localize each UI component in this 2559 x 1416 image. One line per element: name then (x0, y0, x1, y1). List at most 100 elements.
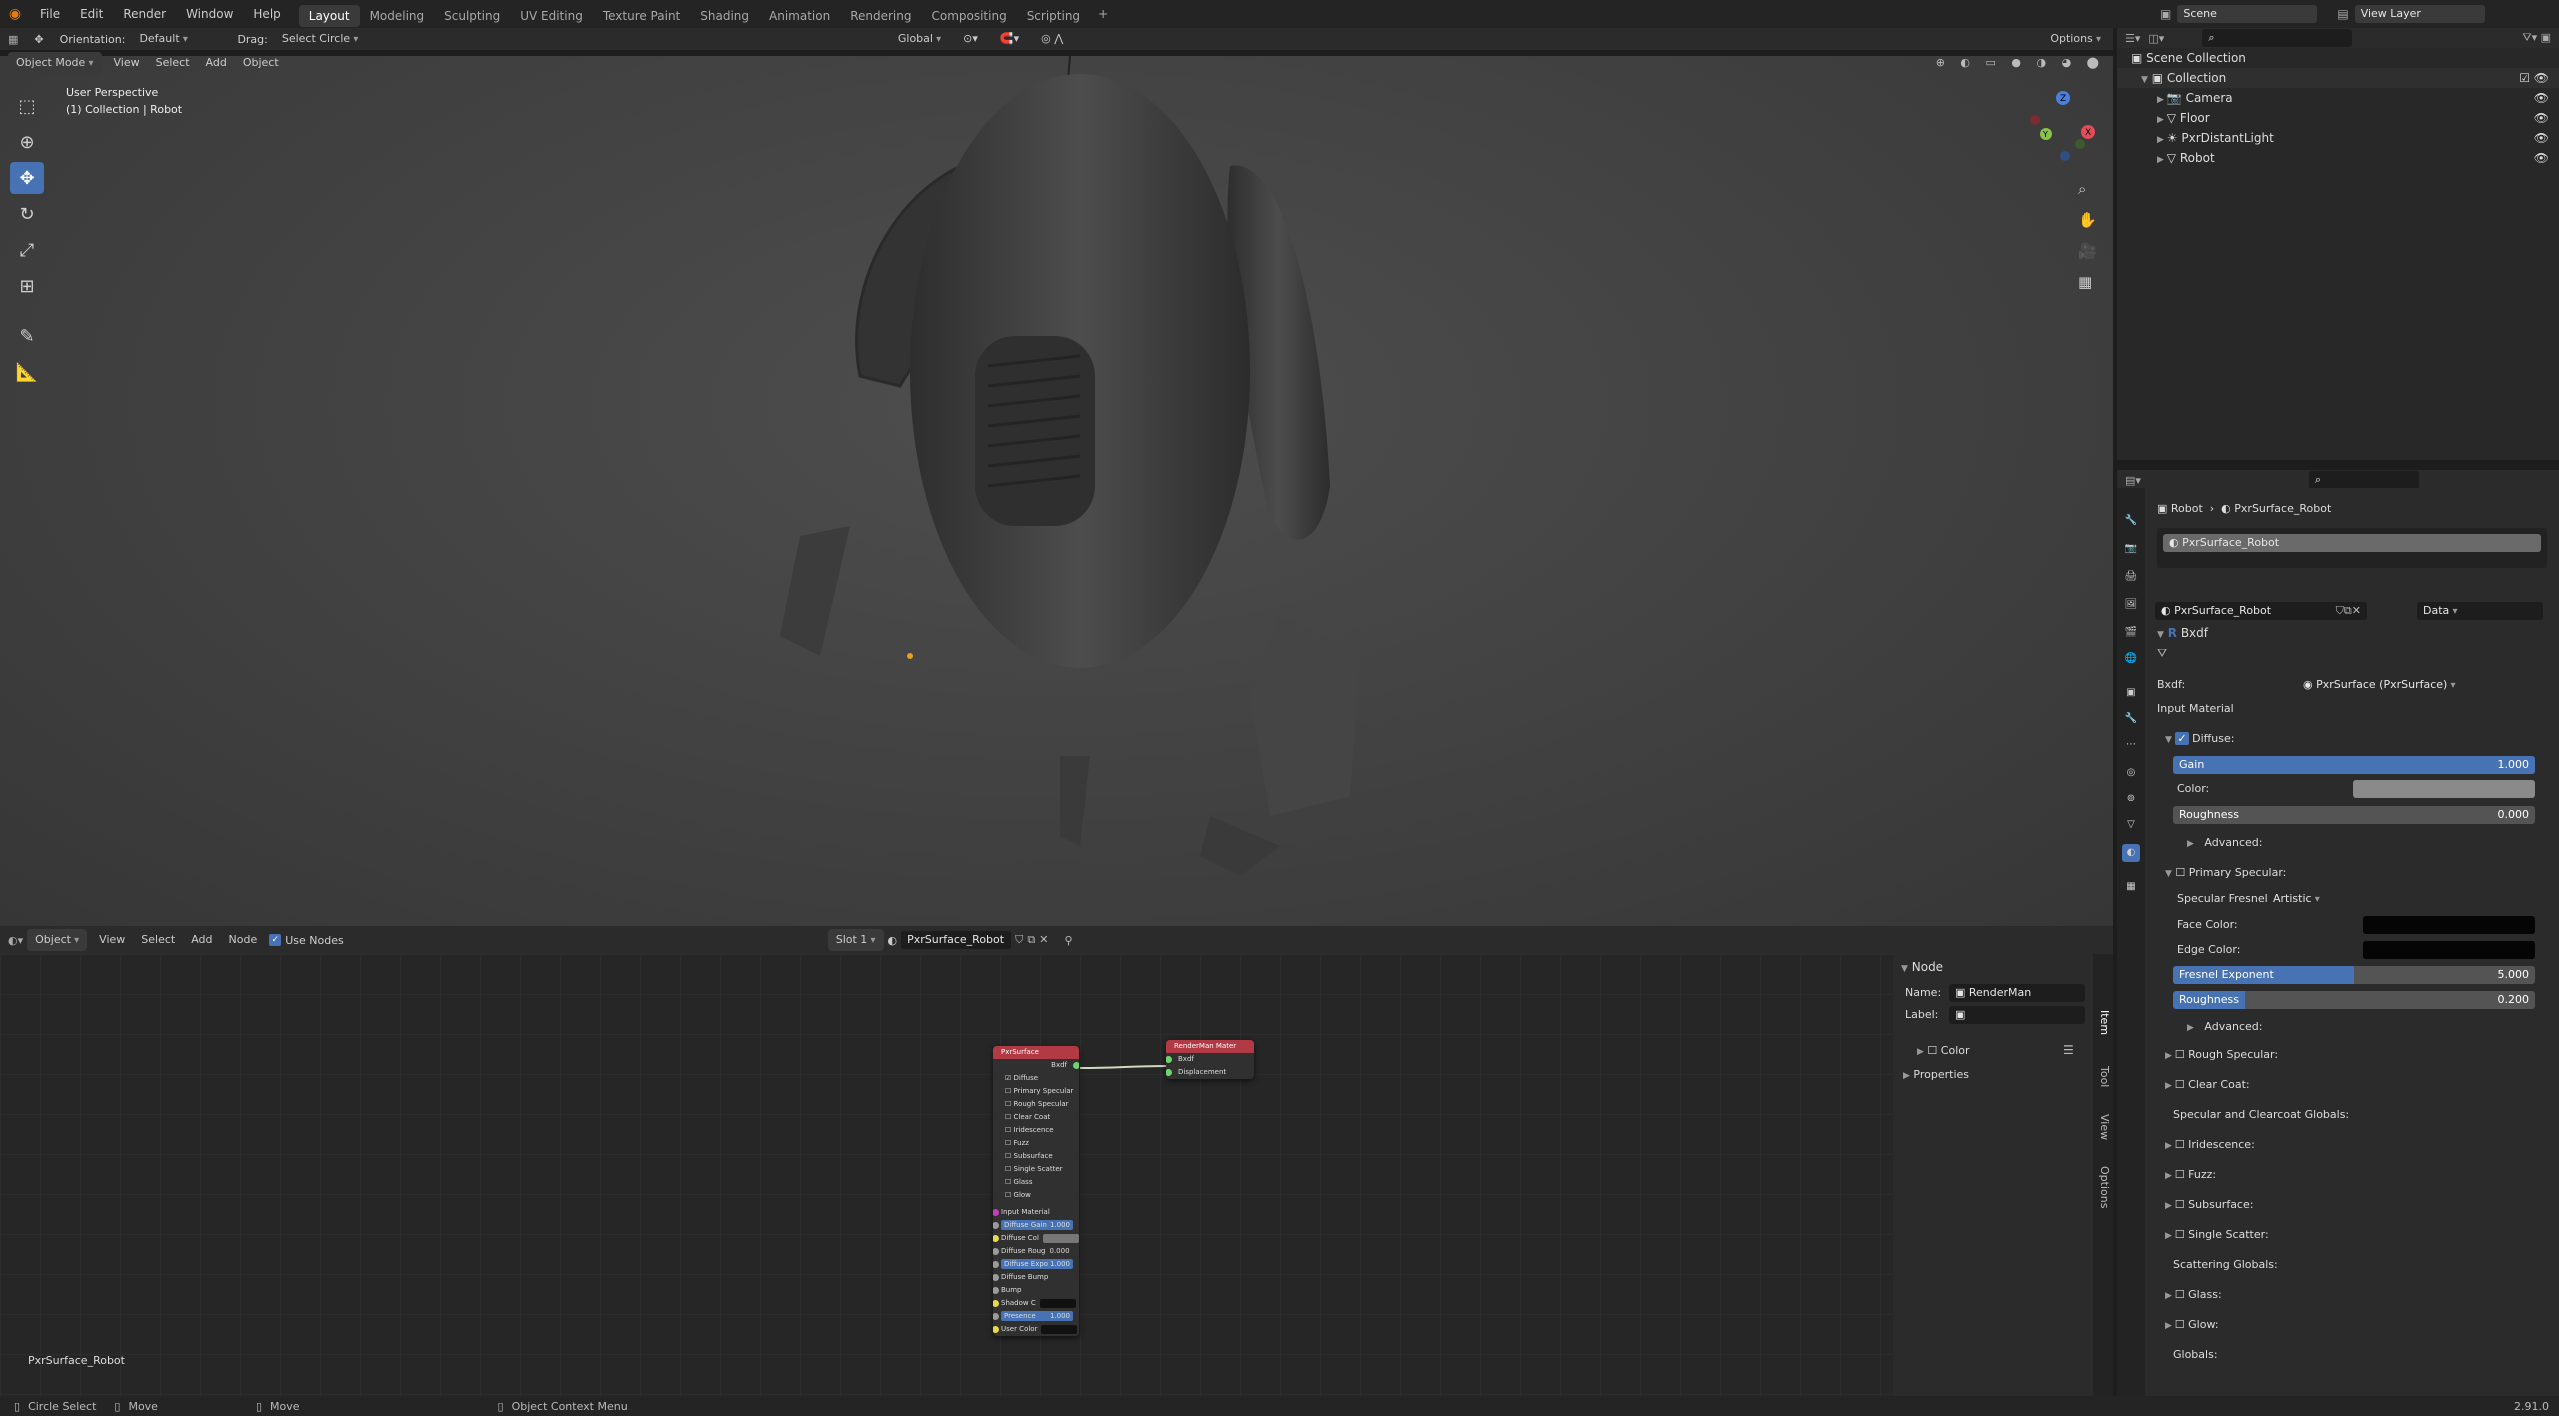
primary-specular-section[interactable]: ▼ ☐ Primary Specular: (2165, 866, 2286, 879)
properties-row[interactable]: ▶ Properties (1903, 1068, 1969, 1081)
section-iridescence[interactable]: ▶ ☐ Iridescence: (2165, 1138, 2255, 1151)
material-datablock-field[interactable]: ◐ PxrSurface_Robot ⛉⧉✕ (2155, 602, 2367, 620)
input-socket[interactable] (993, 1248, 999, 1255)
input-slider[interactable]: Presence 1.000 (1001, 1311, 1073, 1321)
scene-field[interactable]: Scene (2177, 5, 2318, 23)
measure-icon[interactable]: 📐 (10, 356, 44, 388)
pxr-lobe-row[interactable]: ☐ Clear Coat (993, 1111, 1079, 1124)
node-type-dropdown[interactable]: Object (27, 929, 88, 951)
face-color-swatch[interactable] (2363, 916, 2535, 934)
viewport-menu-add[interactable]: Add (198, 52, 235, 74)
robot-model[interactable] (760, 56, 1380, 876)
filter-funnel-icon[interactable]: ⛛ (2157, 646, 2167, 661)
input-color-swatch[interactable] (1039, 1298, 1076, 1308)
diffuse-roughness-slider[interactable]: Roughness 0.000 (2173, 806, 2535, 824)
tab-rendering[interactable]: Rendering (840, 5, 921, 27)
select-box-icon[interactable]: ⬚ (10, 90, 44, 122)
camera-view-icon[interactable]: 🎥 (2078, 236, 2097, 267)
pxr-input-row[interactable]: Diffuse Col (993, 1232, 1079, 1245)
lobe-checkbox[interactable]: ☐ (1005, 1087, 1014, 1095)
section-scattering-globals[interactable]: Scattering Globals: (2173, 1258, 2278, 1271)
input-slider[interactable]: Diffuse Expo 1.000 (1001, 1259, 1073, 1269)
collection-row[interactable]: ▼ ▣ Collection ☑ 👁 (2117, 68, 2559, 88)
tab-modeling[interactable]: Modeling (360, 5, 435, 27)
viewport-menu-object[interactable]: Object (235, 52, 287, 74)
lobe-checkbox[interactable]: ☐ (1005, 1126, 1014, 1134)
diffuse-section[interactable]: ▼ ✓ Diffuse: (2165, 732, 2234, 745)
outliner-item-pxrdistantlight[interactable]: ▶ ☀ PxrDistantLight 👁 (2117, 128, 2559, 148)
proportional-icon[interactable]: ◎ ⋀ (1033, 28, 1071, 50)
snap-icon[interactable]: 🧲▾ (992, 28, 1027, 50)
input-socket[interactable] (993, 1287, 999, 1294)
menu-help[interactable]: Help (243, 0, 290, 28)
advanced-section-2[interactable]: ▶ Advanced: (2187, 1020, 2262, 1033)
section-checkbox[interactable]: ☐ (2175, 1168, 2188, 1181)
visibility-eye-icon[interactable]: 👁 (2534, 108, 2549, 128)
input-socket[interactable] (993, 1300, 999, 1307)
renderman-material-node[interactable]: RenderMan Mater Bxdf Displacement (1166, 1040, 1254, 1079)
input-socket[interactable] (1166, 1056, 1172, 1063)
slot-dropdown[interactable]: Slot 1 (827, 929, 884, 951)
input-socket[interactable] (993, 1222, 999, 1229)
specular-roughness-slider[interactable]: Roughness 0.200 (2173, 991, 2535, 1009)
pxr-input-row[interactable]: Shadow C (993, 1297, 1079, 1310)
sidebar-tab-options[interactable]: Options (2093, 1166, 2111, 1208)
sidebar-tab-view[interactable]: View (2093, 1114, 2111, 1140)
object-mode-dropdown[interactable]: Object Mode (8, 52, 102, 74)
tab-shading[interactable]: Shading (690, 5, 759, 27)
node-editor-canvas[interactable]: PxrSurface Bxdf ☑ Diffuse ☐ Primary Specula… (0, 954, 1893, 1396)
section-fuzz[interactable]: ▶ ☐ Fuzz: (2165, 1168, 2216, 1181)
editor-type-icon[interactable]: ▦ (8, 33, 18, 46)
advanced-section[interactable]: ▶ Advanced: (2187, 836, 2262, 849)
section-glow[interactable]: ▶ ☐ Glow: (2165, 1318, 2219, 1331)
use-nodes-checkbox[interactable]: ✓ (269, 934, 282, 946)
input-socket[interactable] (993, 1313, 999, 1320)
menu-edit[interactable]: Edit (70, 0, 113, 28)
add-workspace-icon[interactable]: + (1090, 7, 1116, 21)
tab-layout[interactable]: Layout (298, 4, 360, 27)
navigation-gizmo[interactable]: Z X Y (2030, 84, 2110, 164)
tool-tab-icon[interactable]: 🔧 (2122, 512, 2140, 530)
expand-arrow-icon[interactable]: ▶ (2165, 1081, 2175, 1091)
input-socket[interactable] (993, 1261, 999, 1268)
pxr-input-row[interactable]: Bump (993, 1284, 1079, 1297)
input-socket[interactable] (1166, 1069, 1172, 1076)
node-menu-view[interactable]: View (91, 929, 133, 951)
bxdf-panel-header[interactable]: ▼ R Bxdf (2157, 626, 2208, 640)
input-slider[interactable]: Diffuse Gain 1.000 (1001, 1220, 1073, 1230)
outliner-item-robot[interactable]: ▶ ▽ Robot 👁 (2117, 148, 2559, 168)
node-name-field[interactable]: ▣ RenderMan Material (1949, 984, 2085, 1017)
blender-logo-icon[interactable]: ◉ (0, 6, 30, 22)
node-editor-type-icon[interactable]: ◐▾ (8, 934, 23, 947)
lobe-checkbox[interactable]: ☐ (1005, 1139, 1014, 1147)
tab-sculpting[interactable]: Sculpting (434, 5, 510, 27)
constraints-tab-icon[interactable]: ⊚ (2122, 790, 2140, 808)
outliner-item-camera[interactable]: ▶ 📷 Camera 👁 (2117, 88, 2559, 108)
gain-slider[interactable]: Gain 1.000 (2173, 756, 2535, 774)
transform-icon[interactable]: ⊞ (10, 270, 44, 302)
lobe-checkbox[interactable]: ☐ (1005, 1113, 1014, 1121)
expand-arrow-icon[interactable]: ▶ (2165, 1291, 2175, 1301)
viewport-menu-select[interactable]: Select (148, 52, 198, 74)
scene-collection-row[interactable]: ▣ Scene Collection (2117, 48, 2559, 68)
pin-icon[interactable]: ⚲ (1064, 934, 1072, 947)
expand-arrow-icon[interactable]: ▶ (2165, 1321, 2175, 1331)
pxr-lobe-row[interactable]: ☐ Iridescence (993, 1124, 1079, 1137)
sidebar-tab-tool[interactable]: Tool (2093, 1066, 2111, 1087)
pxr-input-row[interactable]: Diffuse Gain 1.000 (993, 1219, 1079, 1232)
tab-uv-editing[interactable]: UV Editing (510, 5, 593, 27)
scene-tab-icon[interactable]: 🎬 (2122, 624, 2140, 642)
section-glass[interactable]: ▶ ☐ Glass: (2165, 1288, 2222, 1301)
pxr-input-row[interactable]: Input Material (993, 1206, 1079, 1219)
section-checkbox[interactable]: ☐ (2175, 1138, 2188, 1151)
zoom-icon[interactable]: ⌕ (2078, 174, 2097, 205)
pxrsurface-node[interactable]: PxrSurface Bxdf ☑ Diffuse ☐ Primary Specula… (993, 1046, 1079, 1336)
pxr-lobe-row[interactable]: ☐ Primary Specular (993, 1085, 1079, 1098)
expand-arrow-icon[interactable]: ▶ (2165, 1141, 2175, 1151)
visibility-eye-icon[interactable]: 👁 (2534, 88, 2549, 108)
annotate-icon[interactable]: ✎ (10, 320, 44, 352)
diffuse-color-swatch[interactable] (2353, 780, 2535, 798)
render-tab-icon[interactable]: 📷 (2122, 540, 2140, 558)
properties-type-icon[interactable]: ▤▾ (2125, 474, 2141, 487)
material-slot-item[interactable]: ◐ PxrSurface_Robot (2163, 534, 2541, 552)
